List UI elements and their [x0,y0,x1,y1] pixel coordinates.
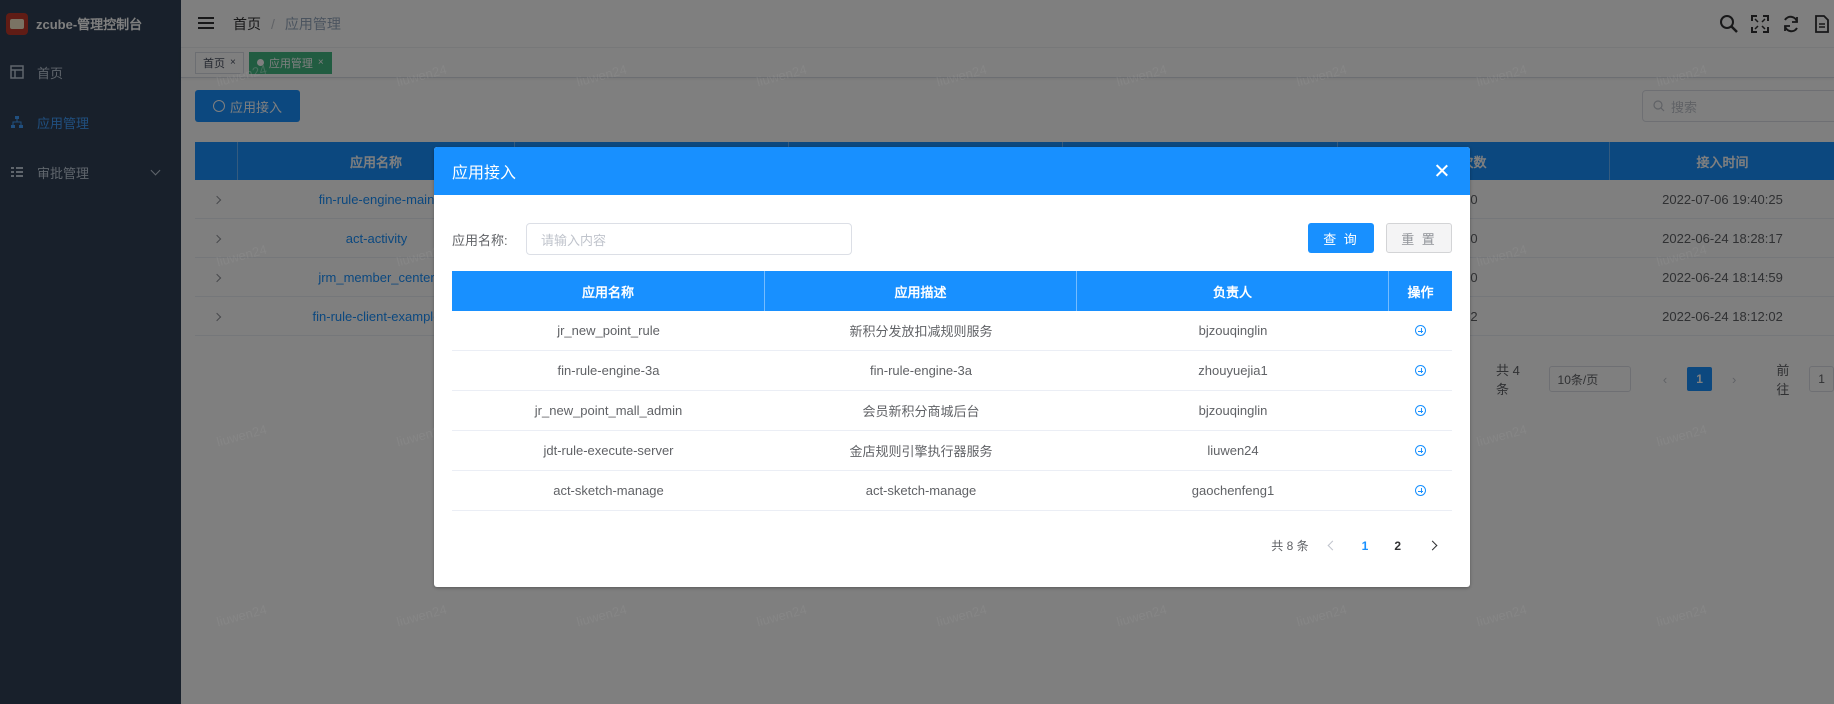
dialog-app-table: 应用名称 应用描述 负责人 操作 jr_new_point_rule 新积分发放… [452,271,1452,511]
app-desc-cell: fin-rule-engine-3a [870,363,972,378]
owner-cell: bjzouqinglin [1198,403,1268,418]
prev-page-icon[interactable] [1327,540,1338,551]
table-row: jr_new_point_mall_admin 会员新积分商城后台 bjzouq… [452,391,1452,431]
app-name-input[interactable]: 请输入内容 [526,223,852,255]
dialog-table-header: 应用名称 应用描述 负责人 操作 [452,271,1452,311]
app-name-cell: jdt-rule-execute-server [543,443,674,458]
app-name-cell: jr_new_point_rule [557,323,660,338]
dialog-title: 应用接入 [452,165,517,182]
app-desc-cell: 金店规则引擎执行器服务 [849,444,993,459]
app-desc-cell: 会员新积分商城后台 [862,404,980,419]
dialog-search-form: 应用名称: 请输入内容 查 询 重 置 [452,223,1452,255]
page-number-2[interactable]: 2 [1394,539,1401,553]
query-button[interactable]: 查 询 [1308,223,1374,253]
next-page-icon[interactable] [1427,540,1438,551]
action-cell [1389,391,1452,430]
app-desc-cell: act-sketch-manage [865,483,977,498]
app-name-cell: fin-rule-engine-3a [557,363,660,378]
action-cell [1389,431,1452,470]
pagination-total: 共 8 条 [1271,539,1309,553]
dialog-pagination: 共 8 条 1 2 [1271,537,1438,554]
app-name-cell: jr_new_point_mall_admin [534,403,683,418]
app-access-dialog: 应用接入 应用名称: 请输入内容 查 询 重 置 应用名称 应用描述 负责人 操… [434,147,1470,587]
owner-cell: gaochenfeng1 [1191,483,1275,498]
add-circle-icon[interactable] [1415,325,1426,336]
action-cell [1389,471,1452,510]
table-row: jr_new_point_rule 新积分发放扣减规则服务 bjzouqingl… [452,311,1452,351]
add-circle-icon[interactable] [1415,365,1426,376]
table-row: act-sketch-manage act-sketch-manage gaoc… [452,471,1452,511]
table-row: jdt-rule-execute-server 金店规则引擎执行器服务 liuw… [452,431,1452,471]
owner-cell: zhouyuejia1 [1198,363,1268,378]
column-action: 操作 [1407,284,1434,300]
app-name-cell: act-sketch-manage [553,483,664,498]
reset-button[interactable]: 重 置 [1386,223,1452,253]
app-desc-cell: 新积分发放扣减规则服务 [849,324,993,339]
page-number-1[interactable]: 1 [1362,539,1369,553]
add-circle-icon[interactable] [1415,485,1426,496]
action-cell [1389,351,1452,390]
column-owner: 负责人 [1077,271,1389,311]
table-row: fin-rule-engine-3a fin-rule-engine-3a zh… [452,351,1452,391]
add-circle-icon[interactable] [1415,405,1426,416]
action-cell [1389,311,1452,350]
owner-cell: liuwen24 [1207,443,1259,458]
column-app-desc: 应用描述 [765,271,1077,311]
close-icon[interactable] [1435,164,1448,177]
dialog-header: 应用接入 [434,147,1470,195]
app-name-label: 应用名称: [452,232,508,248]
add-circle-icon[interactable] [1415,445,1426,456]
owner-cell: bjzouqinglin [1198,323,1268,338]
column-app-name: 应用名称 [452,271,765,311]
